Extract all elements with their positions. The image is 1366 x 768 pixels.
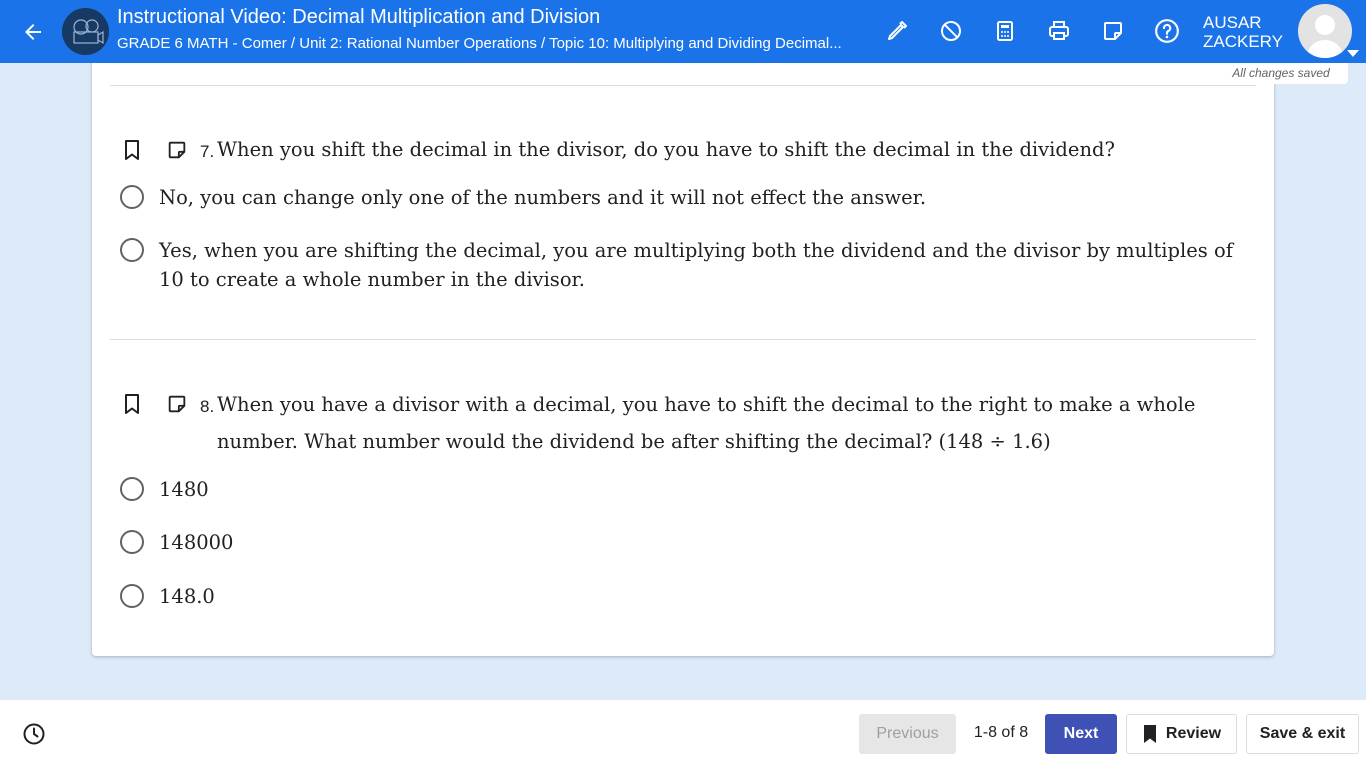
next-button[interactable]: Next	[1045, 714, 1117, 754]
user-first-name: AUSAR	[1203, 13, 1262, 32]
eliminator-icon[interactable]	[934, 14, 968, 48]
radio-button[interactable]	[120, 185, 144, 209]
back-arrow-icon[interactable]	[14, 13, 52, 51]
bookmark-icon[interactable]	[120, 392, 144, 416]
answer-text: No, you can change only one of the numbe…	[159, 186, 927, 209]
previous-button[interactable]: Previous	[859, 714, 956, 754]
clock-icon[interactable]	[22, 722, 46, 746]
bookmark-icon[interactable]	[120, 138, 144, 162]
top-bar: Instructional Video: Decimal Multiplicat…	[0, 0, 1366, 63]
divider	[110, 85, 1256, 86]
radio-button[interactable]	[120, 238, 144, 262]
save-status: All changes saved	[1214, 62, 1348, 84]
question-number: 7.	[200, 142, 215, 161]
breadcrumb[interactable]: GRADE 6 MATH - Comer / Unit 2: Rational …	[117, 35, 842, 52]
answer-text: Yes, when you are shifting the decimal, …	[159, 239, 1233, 291]
review-button[interactable]: Review	[1126, 714, 1237, 754]
answer-text: 148000	[159, 531, 234, 554]
page-title: Instructional Video: Decimal Multiplicat…	[117, 6, 601, 28]
radio-button[interactable]	[120, 477, 144, 501]
print-icon[interactable]	[1042, 14, 1076, 48]
answer-text: 1480	[159, 478, 209, 501]
footer-bar: Previous 1-8 of 8 Next Review Save & exi…	[0, 700, 1366, 768]
radio-button[interactable]	[120, 530, 144, 554]
answer-option[interactable]: 1480	[120, 475, 1252, 504]
question-text: When you shift the decimal in the diviso…	[217, 138, 1115, 161]
note-icon[interactable]	[165, 392, 189, 416]
bookmark-filled-icon	[1142, 724, 1158, 744]
answer-option[interactable]: 148.0	[120, 582, 1252, 611]
help-icon[interactable]	[1150, 14, 1184, 48]
radio-button[interactable]	[120, 584, 144, 608]
note-icon[interactable]	[165, 138, 189, 162]
answer-option[interactable]: No, you can change only one of the numbe…	[120, 183, 1252, 212]
answer-option[interactable]: 148000	[120, 528, 1252, 557]
user-name[interactable]: AUSAR ZACKERY	[1203, 13, 1283, 51]
answer-option[interactable]: Yes, when you are shifting the decimal, …	[120, 236, 1252, 294]
user-last-name: ZACKERY	[1203, 32, 1283, 51]
chevron-down-icon[interactable]	[1347, 50, 1359, 57]
answer-text: 148.0	[159, 585, 215, 608]
question-number: 8.	[200, 397, 215, 416]
save-exit-button[interactable]: Save & exit	[1246, 714, 1359, 754]
notepad-icon[interactable]	[1096, 14, 1130, 48]
highlighter-icon[interactable]	[880, 14, 914, 48]
calculator-icon[interactable]	[988, 14, 1022, 48]
review-label: Review	[1165, 725, 1222, 742]
course-logo	[62, 8, 109, 55]
question-count: 1-8 of 8	[973, 724, 1029, 741]
avatar[interactable]	[1298, 4, 1352, 58]
question-text: When you have a divisor with a decimal, …	[217, 393, 1196, 453]
divider	[110, 339, 1256, 340]
question-card: 7. When you shift the decimal in the div…	[92, 40, 1274, 656]
